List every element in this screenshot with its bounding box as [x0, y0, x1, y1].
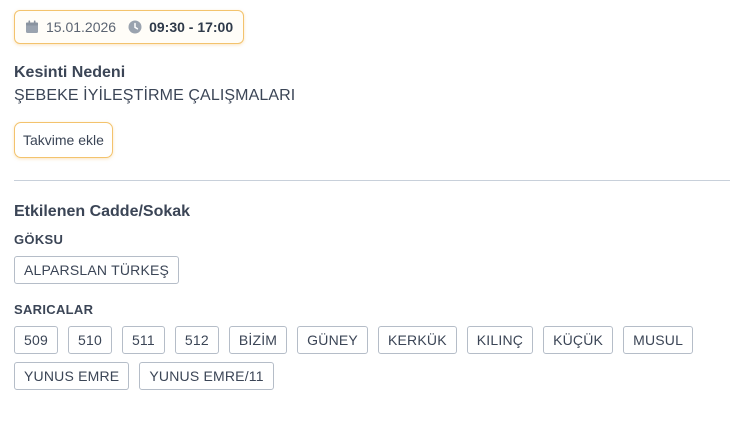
outage-detail: 15.01.2026 09:30 - 17:00 Kesinti Nedeni …	[14, 10, 730, 390]
street-tag: KERKÜK	[377, 326, 457, 354]
street-list: ALPARSLAN TÜRKEŞ	[14, 256, 730, 284]
street-tag: YUNUS EMRE	[14, 362, 130, 390]
district-name: SARICALAR	[14, 302, 94, 317]
street-tag: KÜÇÜK	[543, 326, 614, 354]
street-tag: 510	[67, 326, 112, 354]
schedule-time: 09:30 - 17:00	[149, 19, 234, 35]
district-name: GÖKSU	[14, 232, 64, 247]
street-tag: GÜNEY	[297, 326, 368, 354]
clock-icon	[128, 20, 142, 34]
street-tag: 509	[14, 326, 58, 354]
street-tag: BİZİM	[228, 326, 288, 354]
street-tag: 511	[121, 326, 165, 354]
add-to-calendar-button[interactable]: Takvime ekle	[14, 122, 113, 158]
street-tag: 512	[174, 326, 219, 354]
schedule-date: 15.01.2026	[46, 19, 117, 35]
calendar-icon	[26, 20, 38, 33]
divider	[14, 180, 730, 181]
street-tag: ALPARSLAN TÜRKEŞ	[14, 256, 180, 284]
reason-text: ŞEBEKE İYİLEŞTİRME ÇALIŞMALARI	[14, 87, 296, 104]
street-tag: YUNUS EMRE/11	[139, 362, 274, 390]
affected-streets-title: Etkilenen Cadde/Sokak	[14, 203, 191, 220]
reason-title: Kesinti Nedeni	[14, 64, 126, 81]
schedule-chip: 15.01.2026 09:30 - 17:00	[14, 10, 245, 44]
street-tag: MUSUL	[623, 326, 694, 354]
street-tag: KILINÇ	[466, 326, 534, 354]
street-list: 509 510 511 512 BİZİM GÜNEY KERKÜK KILIN…	[14, 326, 730, 390]
